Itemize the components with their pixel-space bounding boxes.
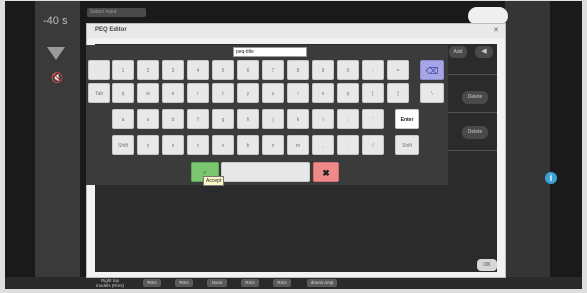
filter-label: Right top models (Rms) (90, 278, 130, 288)
filter-button[interactable]: Rms (241, 279, 259, 287)
channel-strip-left (35, 1, 80, 289)
filter-button[interactable]: Rms (273, 279, 291, 287)
key[interactable]: ] (387, 83, 409, 103)
level-value: -40 (43, 15, 59, 27)
key[interactable]: t (212, 83, 234, 103)
key[interactable]: . (337, 135, 359, 155)
key[interactable]: , (312, 135, 334, 155)
key[interactable]: l (312, 109, 334, 129)
key[interactable]: w (137, 83, 159, 103)
key[interactable]: r (187, 83, 209, 103)
filter-button[interactable]: Rms (143, 279, 161, 287)
speaker-icon[interactable]: ◀ (475, 46, 493, 58)
shift-key[interactable]: Shift (112, 135, 134, 155)
key[interactable]: [ (362, 83, 384, 103)
key[interactable]: 6 (237, 60, 259, 80)
accept-tooltip: Accept (203, 176, 225, 186)
device-frame: -40 s 🔇 i Select Input Right top models … (0, 0, 587, 293)
space-key[interactable] (221, 162, 310, 182)
level-slider-handle[interactable] (47, 47, 65, 60)
delete-filter-button[interactable]: Delete (462, 91, 488, 104)
key[interactable]: o (312, 83, 334, 103)
key[interactable]: u (262, 83, 284, 103)
key[interactable]: 9 (312, 60, 334, 80)
key[interactable]: 3 (162, 60, 184, 80)
key[interactable]: s (137, 109, 159, 129)
key[interactable]: d (162, 109, 184, 129)
key[interactable]: n (262, 135, 284, 155)
level-unit: s (61, 15, 68, 27)
tab-key[interactable]: Tab (88, 83, 110, 103)
key[interactable]: 8 (287, 60, 309, 80)
filter-label-line-2: models (Rms) (95, 283, 124, 288)
keyboard-text-input[interactable]: peq-title (233, 47, 307, 57)
shift-key[interactable]: Shift (395, 135, 419, 155)
cancel-key[interactable]: ✖ (313, 162, 339, 182)
key[interactable]: 2 (137, 60, 159, 80)
key[interactable]: j (262, 109, 284, 129)
key[interactable]: q (112, 83, 134, 103)
key[interactable]: 0 (337, 60, 359, 80)
channel-strip-right (505, 1, 550, 289)
key[interactable]: e (162, 83, 184, 103)
enter-key[interactable]: Enter (395, 109, 419, 129)
key[interactable]: b (237, 135, 259, 155)
key[interactable]: ; (337, 109, 359, 129)
key[interactable]: z (137, 135, 159, 155)
input-select[interactable]: Select Input (87, 8, 146, 17)
filter-button[interactable]: Rms (175, 279, 193, 287)
key[interactable]: 7 (262, 60, 284, 80)
delete-filter-button[interactable]: Delete (462, 126, 488, 139)
key[interactable]: 5 (212, 60, 234, 80)
key[interactable]: k (287, 109, 309, 129)
level-readout: -40 s (43, 15, 67, 27)
key[interactable]: y (237, 83, 259, 103)
add-filter-button[interactable]: Add (449, 46, 467, 58)
key[interactable]: 1 (112, 60, 134, 80)
backspace-key[interactable]: ⌫ (420, 60, 444, 80)
dialog-titlebar: PEQ Editor ✕ (87, 24, 505, 38)
filter-button[interactable]: None (207, 279, 227, 287)
key[interactable]: ' (362, 109, 384, 129)
close-icon[interactable]: ✕ (493, 26, 499, 34)
key[interactable]: v (212, 135, 234, 155)
key[interactable]: = (387, 60, 409, 80)
key[interactable]: \ (420, 83, 444, 103)
on-screen-keyboard: peq-title ` 1 2 3 4 5 6 7 8 9 0 - = ⌫ Ta… (86, 45, 448, 185)
key[interactable]: 4 (187, 60, 209, 80)
key[interactable]: x (162, 135, 184, 155)
key[interactable]: p (337, 83, 359, 103)
key[interactable]: ` (88, 60, 110, 80)
dialog-title: PEQ Editor (95, 27, 127, 33)
key[interactable]: g (212, 109, 234, 129)
key[interactable]: a (112, 109, 134, 129)
ok-button[interactable]: OK (477, 259, 497, 271)
speaker-mute-icon[interactable]: 🔇 (51, 73, 63, 84)
filter-button[interactable]: drums Amp (307, 279, 337, 287)
key[interactable]: m (287, 135, 309, 155)
info-icon[interactable]: i (545, 172, 557, 184)
key[interactable]: i (287, 83, 309, 103)
key[interactable]: - (362, 60, 384, 80)
key[interactable]: / (362, 135, 384, 155)
key[interactable]: h (237, 109, 259, 129)
key[interactable]: c (187, 135, 209, 155)
key[interactable]: f (187, 109, 209, 129)
